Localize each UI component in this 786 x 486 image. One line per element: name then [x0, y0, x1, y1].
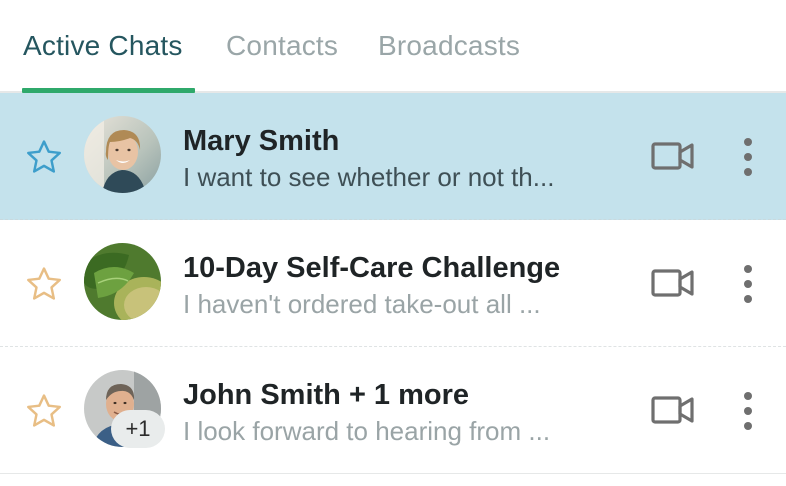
chat-app: Active Chats Contacts Broadcasts Mary Sm… [0, 0, 786, 486]
star-icon[interactable] [22, 264, 66, 306]
chat-row-mary-smith[interactable]: Mary Smith I want to see whether or not … [0, 93, 786, 220]
chat-name: John Smith + 1 more [183, 379, 470, 411]
chat-row-john-smith-group[interactable]: John Smith + 1 more I look forward to he… [0, 347, 786, 474]
more-vertical-icon[interactable] [738, 264, 758, 304]
tab-contacts[interactable]: Contacts [226, 30, 338, 62]
tab-active-chats[interactable]: Active Chats [23, 30, 183, 62]
video-camera-icon[interactable] [651, 141, 695, 171]
avatar [84, 243, 161, 320]
chat-preview: I want to see whether or not th... [183, 162, 555, 192]
chat-preview: I look forward to hearing from ... [183, 416, 551, 446]
chat-name: 10-Day Self-Care Challenge [183, 252, 561, 284]
more-vertical-icon[interactable] [738, 391, 758, 431]
star-icon[interactable] [22, 137, 66, 179]
chat-name: Mary Smith [183, 125, 340, 157]
star-icon[interactable] [22, 391, 66, 433]
tab-bar: Active Chats Contacts Broadcasts [0, 0, 786, 93]
video-camera-icon[interactable] [651, 395, 695, 425]
chat-row-self-care-challenge[interactable]: 10-Day Self-Care Challenge I haven't ord… [0, 220, 786, 347]
participant-count-badge: +1 [111, 410, 165, 448]
avatar [84, 116, 161, 193]
video-camera-icon[interactable] [651, 268, 695, 298]
chat-preview: I haven't ordered take-out all ... [183, 289, 541, 319]
more-vertical-icon[interactable] [738, 137, 758, 177]
tab-broadcasts[interactable]: Broadcasts [378, 30, 520, 62]
